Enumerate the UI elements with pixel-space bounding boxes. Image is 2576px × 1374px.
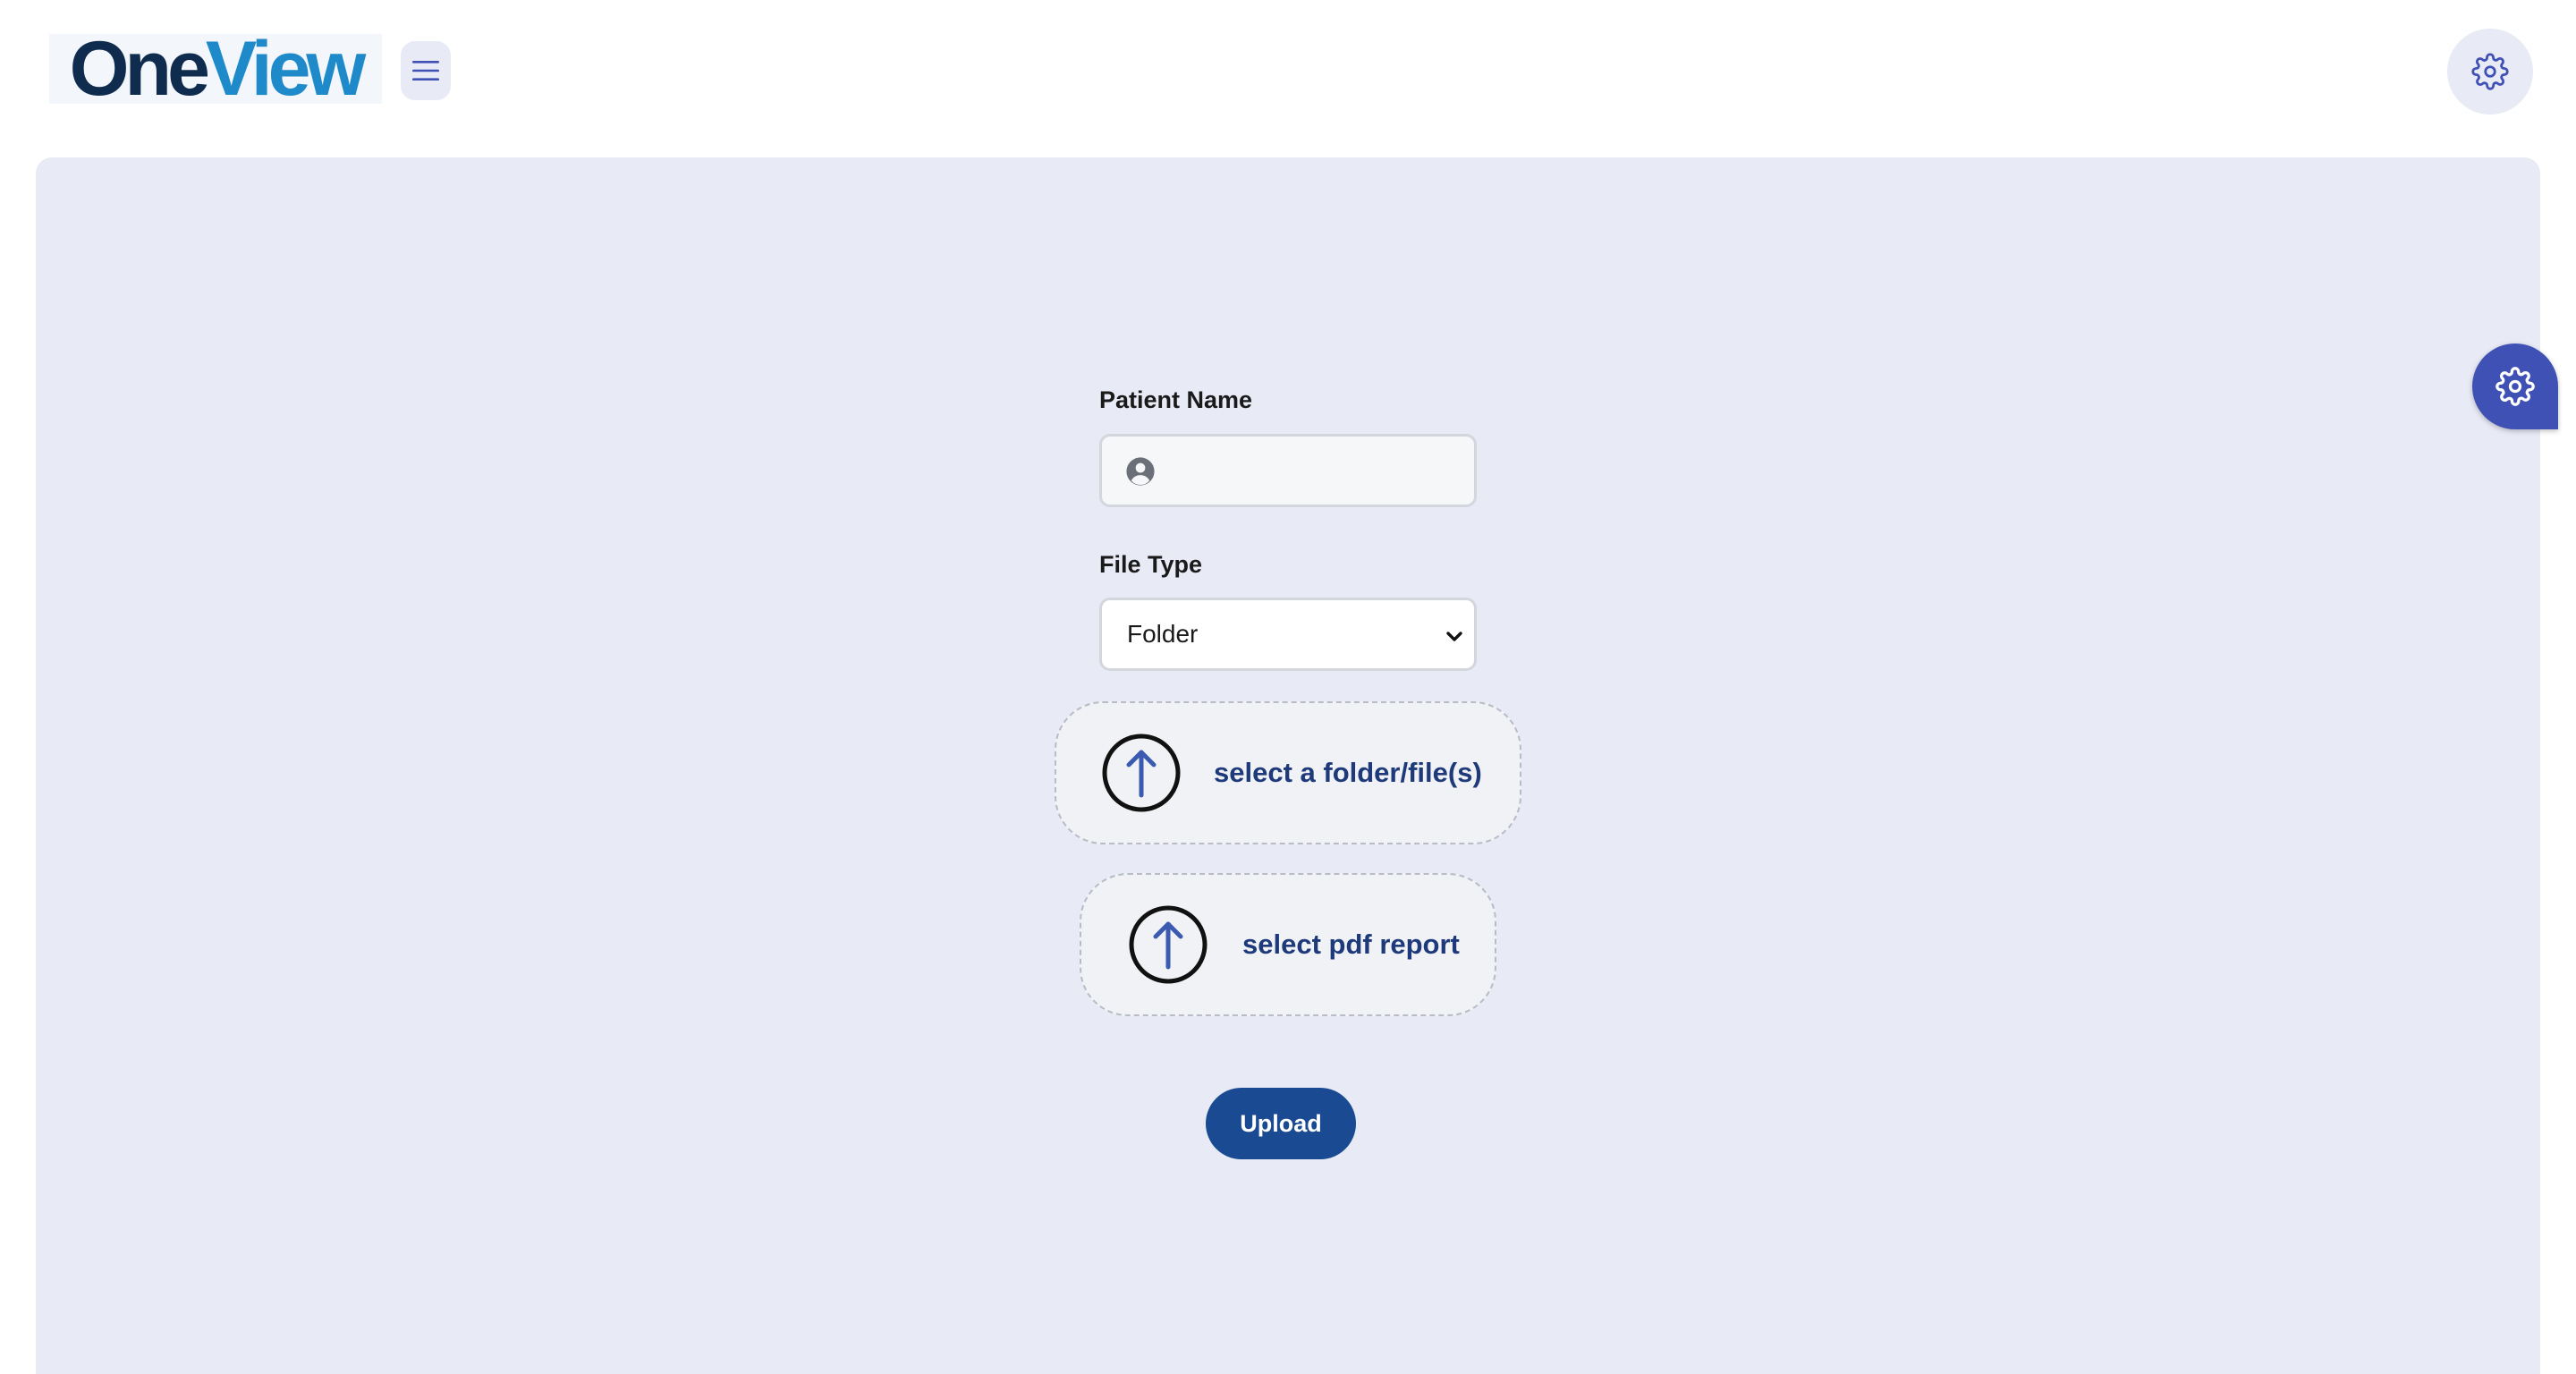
pdf-report-dropzone[interactable]: select pdf report (1080, 873, 1496, 1016)
gear-icon (2496, 367, 2535, 406)
app-header: One View (0, 0, 2576, 157)
user-circle-icon (1126, 457, 1155, 486)
folder-dropzone-label: select a folder/file(s) (1214, 757, 1482, 788)
oneview-logo[interactable]: One View (49, 30, 382, 107)
hamburger-icon (412, 61, 439, 81)
settings-button[interactable] (2447, 29, 2533, 114)
menu-toggle-button[interactable] (401, 41, 451, 100)
folder-dropzone[interactable]: select a folder/file(s) (1055, 701, 1521, 844)
file-type-selected-value: Folder (1127, 620, 1199, 648)
logo-text-view: View (205, 26, 366, 112)
file-type-select[interactable]: Folder (1099, 598, 1477, 671)
pdf-dropzone-label: select pdf report (1242, 929, 1460, 960)
file-type-label: File Type (1099, 551, 1203, 578)
upload-arrow-icon (1129, 905, 1208, 984)
patient-name-label: Patient Name (1099, 386, 1253, 413)
logo-text-one: One (69, 26, 210, 112)
patient-name-input[interactable] (1174, 445, 1463, 497)
gear-icon (2471, 53, 2509, 90)
upload-button[interactable]: Upload (1206, 1088, 1356, 1159)
upload-arrow-icon (1102, 734, 1181, 812)
patient-name-field[interactable] (1099, 434, 1477, 507)
chevron-down-icon (1446, 632, 1462, 641)
floating-settings-button[interactable] (2472, 344, 2558, 429)
